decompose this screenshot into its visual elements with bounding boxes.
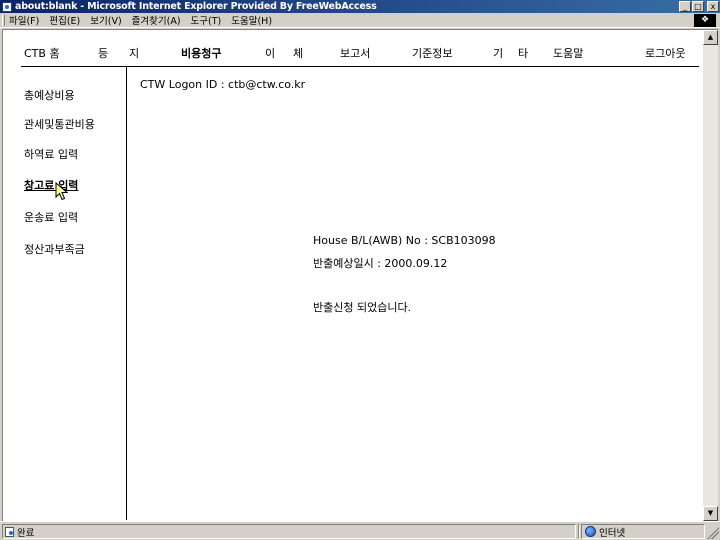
house-bl-number: House B/L(AWB) No : SCB103098 (313, 234, 496, 247)
menu-help[interactable]: 도움말(H) (231, 13, 272, 27)
sidebar-item-total-expected-cost[interactable]: 총예상비용 (24, 87, 75, 103)
sidebar-item-transport-fee[interactable]: 운송료 입력 (24, 209, 78, 225)
menu-favorites[interactable]: 즐겨찾기(A) (132, 13, 181, 27)
window-title-bar: about:blank - Microsoft Internet Explore… (0, 0, 720, 13)
internet-zone-icon (585, 526, 596, 537)
nav-ctb-home[interactable]: CTB 홈 (24, 45, 60, 61)
browser-viewport: CTB 홈 등 지 비용청구 이 체 보고서 기준정보 기 타 도움말 로그아웃… (2, 29, 718, 521)
nav-etc-1[interactable]: 기 (493, 45, 503, 61)
web-page: CTB 홈 등 지 비용청구 이 체 보고서 기준정보 기 타 도움말 로그아웃… (3, 30, 703, 520)
resize-grip-icon[interactable] (707, 527, 719, 539)
menu-edit[interactable]: 편집(E) (49, 13, 80, 27)
menu-grip (2, 14, 5, 26)
release-date: 반출예상일시 : 2000.09.12 (313, 257, 448, 270)
status-main: 완료 (2, 524, 576, 539)
status-segment (578, 524, 580, 539)
release-confirmation-message: 반출신청 되었습니다. (313, 301, 412, 314)
nav-registration-2[interactable]: 지 (129, 45, 139, 61)
sidebar-item-warehouse-fee[interactable]: 창고료 입력 (24, 177, 78, 193)
top-navigation: CTB 홈 등 지 비용청구 이 체 보고서 기준정보 기 타 도움말 로그아웃 (3, 45, 703, 65)
nav-registration-1[interactable]: 등 (98, 45, 108, 61)
menu-bar: 파일(F) 편집(E) 보기(V) 즐겨찾기(A) 도구(T) 도움말(H) ❖ (0, 13, 720, 28)
nav-transfer-2[interactable]: 체 (293, 45, 303, 61)
nav-billing[interactable]: 비용청구 (181, 45, 221, 61)
sidebar-item-settlement[interactable]: 정산과부족금 (24, 241, 85, 257)
sidebar-divider (126, 67, 127, 520)
menu-view[interactable]: 보기(V) (90, 13, 121, 27)
security-zone: 인터넷 (581, 524, 705, 539)
page-done-icon (5, 526, 14, 537)
windows-logo-icon: ❖ (694, 14, 716, 27)
vertical-scrollbar[interactable]: ▲ ▼ (703, 30, 718, 521)
scroll-up-icon[interactable]: ▲ (703, 30, 718, 45)
nav-logout[interactable]: 로그아웃 (645, 45, 685, 61)
close-button[interactable]: x (707, 1, 719, 12)
nav-transfer-1[interactable]: 이 (265, 45, 275, 61)
window-title: about:blank - Microsoft Internet Explore… (15, 1, 377, 12)
nav-help[interactable]: 도움말 (553, 45, 583, 61)
zone-text: 인터넷 (599, 527, 626, 539)
window-controls: _ □ x (679, 1, 719, 12)
ie-app-icon (2, 1, 12, 12)
nav-master-data[interactable]: 기준정보 (412, 45, 452, 61)
nav-divider (21, 66, 699, 67)
status-bar: 완료 인터넷 (0, 521, 720, 540)
maximize-button[interactable]: □ (692, 1, 704, 12)
menu-tools[interactable]: 도구(T) (191, 13, 222, 27)
sidebar-item-customs-cost[interactable]: 관세및통관비용 (24, 116, 95, 132)
nav-reports[interactable]: 보고서 (340, 45, 370, 61)
logon-id: CTW Logon ID : ctb@ctw.co.kr (140, 78, 306, 91)
mouse-cursor-icon (55, 182, 69, 201)
nav-etc-2[interactable]: 타 (518, 45, 528, 61)
menu-file[interactable]: 파일(F) (9, 13, 39, 27)
minimize-button[interactable]: _ (679, 1, 691, 12)
scroll-down-icon[interactable]: ▼ (703, 506, 718, 521)
sidebar-item-handling-fee[interactable]: 하역료 입력 (24, 146, 78, 162)
status-text: 완료 (17, 527, 35, 539)
